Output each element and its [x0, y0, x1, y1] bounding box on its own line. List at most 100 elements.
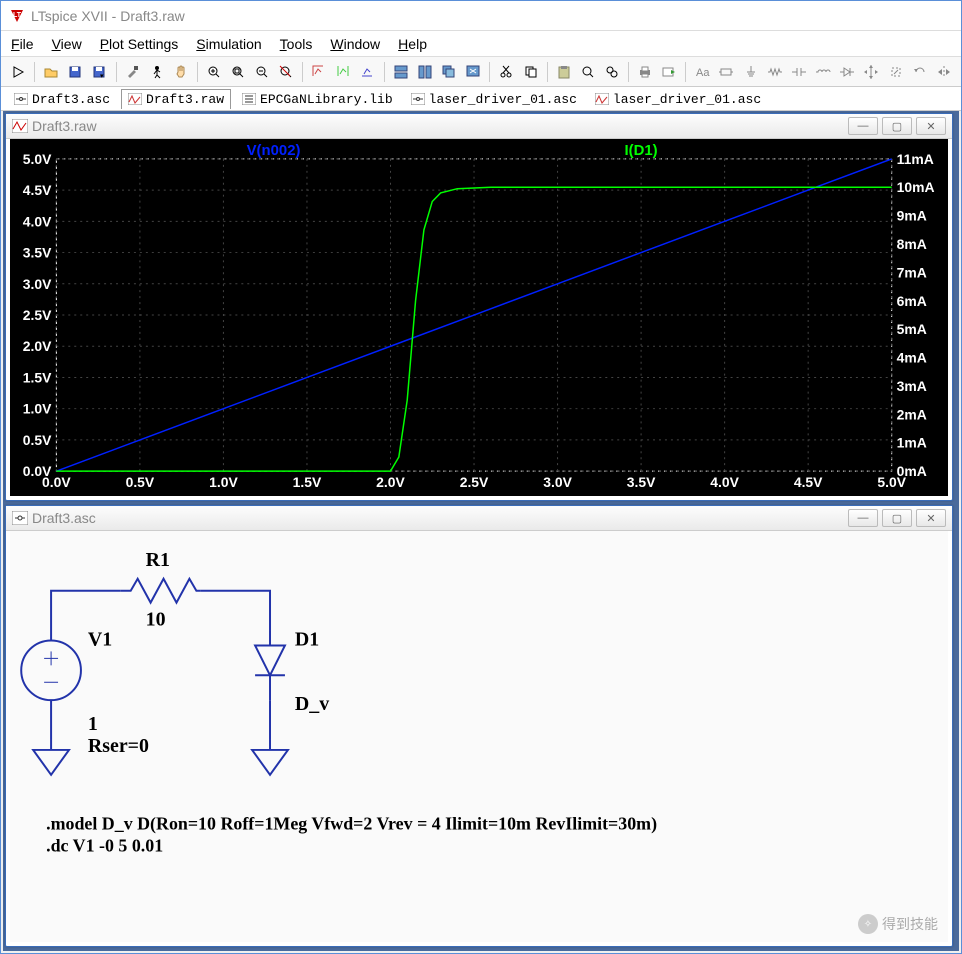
tab-EPCGaNLibrary-lib[interactable]: EPCGaNLibrary.lib [235, 89, 400, 109]
menu-plot-settings[interactable]: Plot Settings [100, 36, 179, 52]
toolbar-capacitor-button[interactable] [788, 60, 810, 84]
component-v1[interactable] [21, 640, 81, 700]
toolbar-window-close-button[interactable] [462, 60, 484, 84]
toolbar-hand-button[interactable] [170, 60, 192, 84]
tab-laser_driver_01-asc[interactable]: laser_driver_01.asc [404, 89, 584, 109]
component-r1[interactable] [121, 579, 201, 603]
plot-close-button[interactable]: ✕ [916, 117, 946, 135]
legend-vn002[interactable]: V(n002) [247, 143, 301, 159]
toolbar-drag-button[interactable] [884, 60, 906, 84]
resistor-icon [767, 64, 783, 80]
plot-window-titlebar[interactable]: Draft3.raw — ▢ ✕ [6, 114, 952, 139]
x-tick-label: 1.5V [293, 474, 322, 490]
plot-minimize-button[interactable]: — [848, 117, 878, 135]
toolbar-run-button[interactable] [7, 60, 29, 84]
label-r1-value[interactable]: 10 [146, 609, 166, 631]
toolbar-find-next-button[interactable] [601, 60, 623, 84]
toolbar-zoom-in-button[interactable] [203, 60, 225, 84]
toolbar-tool-hammer-button[interactable] [121, 60, 143, 84]
toolbar-resistor-button[interactable] [764, 60, 786, 84]
toolbar-diode-button[interactable] [836, 60, 858, 84]
legend-id1[interactable]: I(D1) [625, 143, 658, 159]
watermark: ✧ 得到技能 [858, 914, 938, 934]
y-left-tick-label: 1.0V [23, 401, 52, 417]
tab-label: EPCGaNLibrary.lib [260, 92, 393, 107]
toolbar-open-button[interactable] [40, 60, 62, 84]
zoom-out-icon [254, 64, 270, 80]
toolbar-cascade-button[interactable] [438, 60, 460, 84]
menu-simulation[interactable]: Simulation [196, 36, 261, 52]
label-r1-name[interactable]: R1 [146, 549, 170, 571]
component-d1[interactable] [255, 631, 285, 701]
toolbar-axis1-button[interactable] [308, 60, 330, 84]
cut-icon [498, 64, 514, 80]
plot-maximize-button[interactable]: ▢ [882, 117, 912, 135]
raw-file-icon [128, 93, 142, 105]
watermark-icon: ✧ [858, 914, 878, 934]
toolbar-copy-button[interactable] [520, 60, 542, 84]
label-v1-name[interactable]: V1 [88, 628, 112, 650]
toolbar-find-button[interactable] [577, 60, 599, 84]
svg-text:Aa: Aa [696, 67, 710, 79]
x-tick-label: 4.5V [794, 474, 823, 490]
tab-Draft3-raw[interactable]: Draft3.raw [121, 89, 231, 109]
toolbar-paste-button[interactable] [553, 60, 575, 84]
y-right-tick-label: 0mA [897, 463, 927, 479]
menu-file[interactable]: File [11, 36, 34, 52]
toolbar-label-button[interactable]: Aa [691, 60, 713, 84]
mirror-icon [936, 64, 952, 80]
toolbar-zoom-fit-button[interactable] [227, 60, 249, 84]
toolbar-runner-button[interactable] [146, 60, 168, 84]
schem-close-button[interactable]: ✕ [916, 509, 946, 527]
spice-directive-dc[interactable]: .dc V1 -0 5 0.01 [46, 835, 163, 855]
capacitor-icon [791, 64, 807, 80]
label-v1-value[interactable]: 1 [88, 713, 98, 735]
find-icon [580, 64, 596, 80]
toolbar-move-button[interactable] [860, 60, 882, 84]
menu-help[interactable]: Help [398, 36, 427, 52]
label-d1-model[interactable]: D_v [295, 693, 329, 715]
y-left-tick-label: 0.0V [23, 463, 52, 479]
zoom-fit-icon [230, 64, 246, 80]
toolbar-save-button[interactable] [64, 60, 86, 84]
schematic-window-titlebar[interactable]: Draft3.asc — ▢ ✕ [6, 506, 952, 531]
schematic-icon [12, 511, 28, 525]
y-right-tick-label: 7mA [897, 264, 927, 280]
toolbar-tile-h-button[interactable] [390, 60, 412, 84]
export-icon [661, 64, 677, 80]
toolbar-mirror-button[interactable] [933, 60, 955, 84]
window-title: LTspice XVII - Draft3.raw [31, 8, 185, 24]
spice-directive-model[interactable]: .model D_v D(Ron=10 Roff=1Meg Vfwd=2 Vre… [46, 814, 657, 835]
toolbar-axis2-button[interactable] [333, 60, 355, 84]
label-d1-name[interactable]: D1 [295, 628, 319, 650]
watermark-text: 得到技能 [882, 914, 938, 934]
schem-minimize-button[interactable]: — [848, 509, 878, 527]
toolbar-cut-button[interactable] [495, 60, 517, 84]
tab-laser_driver_01-asc[interactable]: laser_driver_01.asc [588, 89, 768, 109]
toolbar-export-button[interactable] [658, 60, 680, 84]
schematic-canvas[interactable]: V1 1Rser=0 R1 10 D1 D_v .model D_v D(Ron=10 Ro… [10, 531, 948, 942]
menu-tools[interactable]: Tools [280, 36, 313, 52]
toolbar-axis3-button[interactable] [357, 60, 379, 84]
toolbar-zoom-area-button[interactable] [275, 60, 297, 84]
toolbar-component-button[interactable] [715, 60, 737, 84]
open-icon [43, 64, 59, 80]
menu-view[interactable]: View [52, 36, 82, 52]
tab-Draft3-asc[interactable]: Draft3.asc [7, 89, 117, 109]
toolbar-zoom-out-button[interactable] [251, 60, 273, 84]
label-v1-rser[interactable]: Rser=0 [88, 735, 149, 757]
toolbar-print-button[interactable] [634, 60, 656, 84]
label-icon: Aa [694, 64, 710, 80]
ground-symbol[interactable] [252, 740, 288, 775]
toolbar-ground-button[interactable] [740, 60, 762, 84]
cascade-icon [441, 64, 457, 80]
toolbar-tile-v-button[interactable] [414, 60, 436, 84]
ground-symbol[interactable] [33, 740, 69, 775]
toolbar-rotate-button[interactable] [909, 60, 931, 84]
schem-maximize-button[interactable]: ▢ [882, 509, 912, 527]
toolbar-inductor-button[interactable] [812, 60, 834, 84]
svg-text:▾: ▾ [100, 73, 104, 80]
toolbar-save-options-button[interactable]: ▾ [88, 60, 110, 84]
menu-window[interactable]: Window [330, 36, 380, 52]
plot-area[interactable]: 0.0V0.5V1.0V1.5V2.0V2.5V3.0V3.5V4.0V4.5V… [10, 139, 948, 496]
